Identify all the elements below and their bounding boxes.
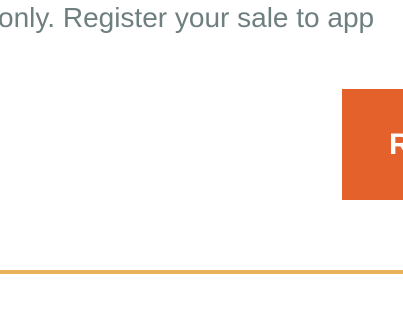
page: only. Register your sale to app R	[0, 0, 403, 313]
intro-text: only. Register your sale to app	[0, 2, 375, 33]
register-button[interactable]: R	[342, 89, 403, 200]
divider	[0, 270, 403, 274]
